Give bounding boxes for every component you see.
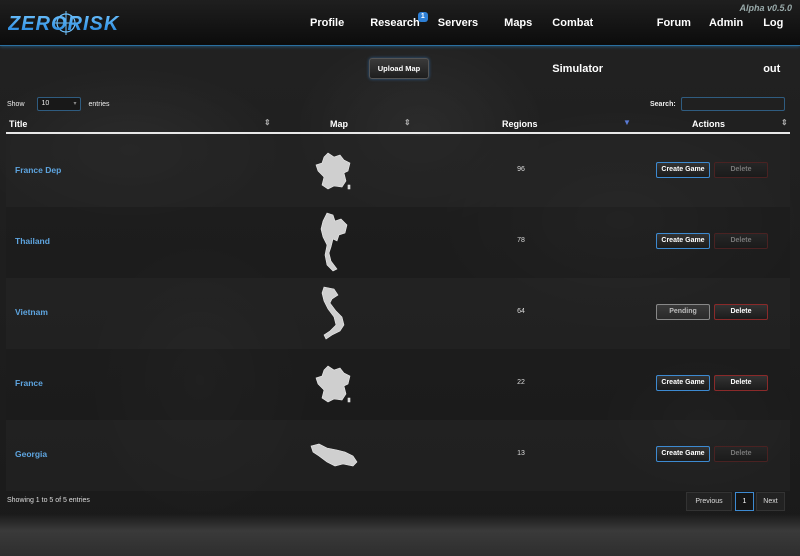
- table-row: France Dep 96 Create Game Delete: [6, 136, 790, 207]
- column-header-regions[interactable]: Regions: [502, 119, 538, 129]
- entries-select-value: 10: [41, 100, 50, 107]
- create-game-button[interactable]: Create Game: [656, 162, 710, 178]
- column-header-actions[interactable]: Actions: [692, 119, 725, 129]
- notification-badge: 1: [417, 12, 428, 22]
- nav-item-label: Combat Simulator: [552, 17, 604, 75]
- next-page-button[interactable]: Next: [756, 492, 785, 511]
- table-row: Vietnam 64 Pending Delete: [6, 278, 790, 349]
- regions-count: 13: [517, 450, 525, 457]
- top-navbar: ZERORISK Profile Research 1 Servers Maps Comb…: [0, 0, 800, 75]
- map-thumbnail: [306, 136, 376, 207]
- regions-count: 64: [517, 308, 525, 315]
- sort-both-icon[interactable]: ⇕: [264, 118, 271, 127]
- nav-item-label: Research: [370, 17, 420, 29]
- nav-item-label: Maps: [504, 17, 533, 29]
- regions-count: 96: [517, 166, 525, 173]
- france-map-icon: [315, 365, 351, 403]
- create-game-button[interactable]: Create Game: [656, 375, 710, 391]
- map-thumbnail: [306, 349, 376, 420]
- entries-length-control: Show 10 ▾ entries: [7, 97, 110, 111]
- zerorisk-logo[interactable]: ZERORISK: [8, 10, 130, 36]
- create-game-button[interactable]: Create Game: [656, 233, 710, 249]
- entries-select[interactable]: 10 ▾: [36, 97, 81, 111]
- table-row: Georgia 13 Create Game Delete: [6, 420, 790, 491]
- sort-both-icon[interactable]: ⇕: [781, 118, 788, 127]
- map-title-link[interactable]: France Dep: [15, 165, 61, 175]
- upload-map-button[interactable]: Upload Map: [369, 58, 429, 79]
- map-thumbnail: [306, 207, 376, 278]
- sort-desc-icon[interactable]: ▼: [623, 118, 631, 127]
- version-label: Alpha v0.5.0: [739, 3, 792, 13]
- regions-count: 22: [517, 379, 525, 386]
- table-row: France 22 Create Game Delete: [6, 349, 790, 420]
- nav-item-label: Forum: [656, 17, 691, 29]
- map-title-link[interactable]: Georgia: [15, 449, 47, 459]
- map-title-link[interactable]: Thailand: [15, 236, 50, 246]
- pending-button[interactable]: Pending: [656, 304, 710, 320]
- table-header: Title ⇕ Map ⇕ Regions ▼ Actions ⇕: [6, 116, 790, 134]
- delete-button[interactable]: Delete: [714, 304, 768, 320]
- nav-item-label: Admin: [708, 17, 744, 29]
- chevron-down-icon: ▾: [73, 101, 77, 107]
- france-map-icon: [315, 152, 351, 190]
- map-thumbnail: [306, 278, 376, 349]
- svg-text:ZERORISK: ZERORISK: [8, 13, 120, 35]
- entries-label: entries: [88, 100, 110, 108]
- show-label: Show: [7, 100, 25, 108]
- delete-button[interactable]: Delete: [714, 375, 768, 391]
- map-thumbnail: [306, 420, 376, 491]
- pagination: Previous 1 Next: [686, 492, 785, 511]
- search-control: Search:: [650, 97, 785, 111]
- bottom-texture: [0, 514, 800, 556]
- map-title-link[interactable]: Vietnam: [15, 307, 48, 317]
- nav-item-profile[interactable]: Profile: [310, 0, 344, 46]
- search-label: Search:: [650, 100, 676, 108]
- create-game-button[interactable]: Create Game: [656, 446, 710, 462]
- delete-button[interactable]: Delete: [714, 233, 768, 249]
- page-1-button[interactable]: 1: [735, 492, 754, 511]
- nav-item-forum[interactable]: Forum: [657, 0, 691, 46]
- nav-item-servers[interactable]: Servers: [438, 0, 478, 46]
- delete-button[interactable]: Delete: [714, 162, 768, 178]
- vietnam-map-icon: [321, 286, 345, 340]
- regions-count: 78: [517, 237, 525, 244]
- georgia-map-icon: [310, 443, 358, 467]
- table-row: Thailand 78 Create Game Delete: [6, 207, 790, 278]
- table-info: Showing 1 to 5 of 5 entries: [7, 497, 90, 504]
- nav-item-label: Profile: [310, 17, 345, 29]
- map-title-link[interactable]: France: [15, 378, 43, 388]
- column-header-title[interactable]: Title: [9, 119, 27, 129]
- nav-item-label: Servers: [437, 17, 479, 29]
- nav-item-combat-simulator[interactable]: Combat Simulator: [552, 0, 638, 75]
- delete-button[interactable]: Delete: [714, 446, 768, 462]
- main-nav: Profile Research 1 Servers Maps Combat Simula…: [310, 0, 800, 75]
- column-header-map[interactable]: Map: [330, 119, 348, 129]
- maps-table-body: France Dep 96 Create Game Delete Thailand 78 C…: [6, 136, 790, 491]
- search-input[interactable]: [680, 97, 785, 111]
- previous-page-button[interactable]: Previous: [686, 492, 732, 511]
- sort-both-icon[interactable]: ⇕: [404, 118, 411, 127]
- nav-item-research[interactable]: Research 1: [370, 0, 428, 46]
- nav-item-maps[interactable]: Maps: [504, 0, 532, 46]
- thailand-map-icon: [320, 212, 348, 272]
